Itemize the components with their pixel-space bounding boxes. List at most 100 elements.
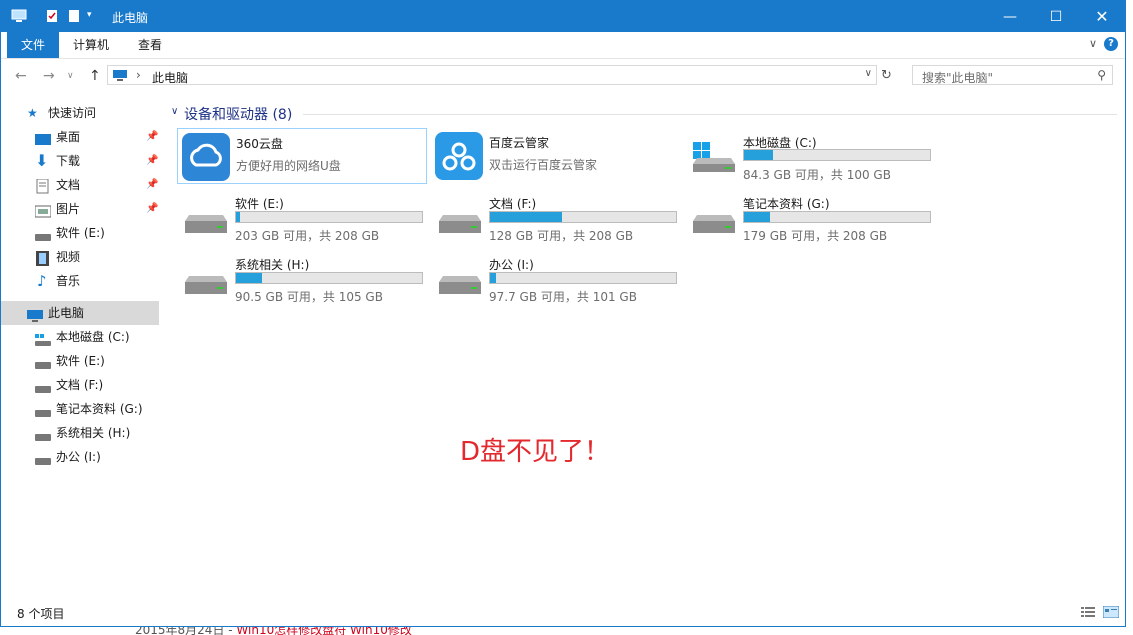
sidebar-item-label: 下载 xyxy=(56,154,81,168)
computer-icon xyxy=(11,9,27,23)
drive-icon xyxy=(35,402,51,417)
back-arrow-icon[interactable]: ← xyxy=(15,68,27,84)
sidebar-item-drive-f[interactable]: 文档 (F:) xyxy=(1,373,159,397)
background-date: 2015年8月24日 - xyxy=(135,627,237,635)
tab-view[interactable]: 查看 xyxy=(126,32,174,58)
navigation-pane: ★ 快速访问 桌面 📌 ⬇ 下载 📌 文档 📌 图片 📌 软件 (E:) 视频 … xyxy=(1,93,161,598)
item-count: 8 个项目 xyxy=(17,607,65,621)
sidebar-item-label: 图片 xyxy=(56,202,81,216)
collapse-group-icon[interactable]: ∨ xyxy=(171,106,178,117)
new-folder-icon[interactable] xyxy=(67,9,82,23)
drive-icon xyxy=(35,378,51,393)
system-drive-icon xyxy=(691,142,735,176)
computer-icon xyxy=(27,306,43,322)
sidebar-item-label: 文档 xyxy=(56,178,81,192)
drive-icon xyxy=(35,450,51,465)
tile-drive-g[interactable]: 笔记本资料 (G:) 179 GB 可用，共 208 GB xyxy=(685,189,935,245)
annotation-text: D盘不见了！ xyxy=(460,437,611,467)
tab-computer[interactable]: 计算机 xyxy=(61,32,121,58)
sidebar-item-label: 文档 (F:) xyxy=(56,378,104,392)
tile-drive-i[interactable]: 办公 (I:) 97.7 GB 可用，共 101 GB xyxy=(431,250,681,306)
tile-drive-e[interactable]: 软件 (E:) 203 GB 可用，共 208 GB xyxy=(177,189,427,245)
pin-icon[interactable]: 📌 xyxy=(146,173,158,197)
details-view-icon[interactable] xyxy=(1081,606,1095,618)
drive-icon xyxy=(691,213,735,237)
tile-drive-c[interactable]: 本地磁盘 (C:) 84.3 GB 可用，共 100 GB xyxy=(685,128,935,184)
drive-icon xyxy=(183,274,227,298)
drive-usage-bar xyxy=(489,211,677,223)
group-header[interactable]: 设备和驱动器 (8) xyxy=(184,104,292,124)
drive-name: 办公 (I:) xyxy=(489,258,534,272)
breadcrumb-separator[interactable]: › xyxy=(136,68,141,82)
pictures-icon xyxy=(34,202,52,218)
drive-free-space: 203 GB 可用，共 208 GB xyxy=(235,229,380,243)
close-button[interactable]: ✕ xyxy=(1079,1,1125,32)
recent-locations-icon[interactable]: ∨ xyxy=(67,71,74,81)
sidebar-item-drive-h[interactable]: 系统相关 (H:) xyxy=(1,421,159,445)
pin-icon[interactable]: 📌 xyxy=(146,125,158,149)
sidebar-item-pictures[interactable]: 图片 📌 xyxy=(1,197,159,221)
drive-icon xyxy=(35,426,51,441)
desktop-icon xyxy=(35,130,51,145)
refresh-icon[interactable]: ↻ xyxy=(881,68,892,83)
drive-usage-bar xyxy=(743,149,931,161)
drive-usage-fill xyxy=(236,212,241,222)
drive-usage-fill xyxy=(236,273,262,283)
tab-file[interactable]: 文件 xyxy=(7,32,60,58)
sidebar-item-drive-e[interactable]: 软件 (E:) xyxy=(1,349,159,373)
tile-drive-f[interactable]: 文档 (F:) 128 GB 可用，共 208 GB xyxy=(431,189,681,245)
title-bar[interactable]: ▾ 此电脑 — ☐ ✕ xyxy=(1,1,1125,32)
drive-icon xyxy=(35,226,51,241)
background-snippet: 2015年8月24日 - Win10怎样修改盘符 Win10修改 xyxy=(135,627,412,635)
drive-free-space: 90.5 GB 可用，共 105 GB xyxy=(235,290,383,304)
tile-name: 360云盘 xyxy=(236,137,283,151)
tiles-view-icon[interactable] xyxy=(1102,605,1120,619)
drive-free-space: 179 GB 可用，共 208 GB xyxy=(743,229,888,243)
drive-usage-bar xyxy=(743,211,931,223)
sidebar-item-label: 软件 (E:) xyxy=(56,354,105,368)
quick-access-dropdown-icon[interactable]: ▾ xyxy=(87,10,102,24)
drive-usage-fill xyxy=(490,212,562,222)
properties-icon[interactable] xyxy=(45,9,60,23)
sidebar-item-label: 笔记本资料 (G:) xyxy=(56,402,143,416)
drive-usage-fill xyxy=(744,212,770,222)
help-icon[interactable]: ? xyxy=(1104,37,1118,51)
explorer-window: ▾ 此电脑 — ☐ ✕ 文件 计算机 查看 ∨ ? ← → ∨ ↑ › 此电脑 … xyxy=(0,0,1126,627)
maximize-button[interactable]: ☐ xyxy=(1033,1,1079,32)
download-icon: ⬇ xyxy=(35,151,49,170)
sidebar-item-this-pc[interactable]: 此电脑 xyxy=(1,301,159,325)
pin-icon[interactable]: 📌 xyxy=(146,197,158,221)
pin-icon[interactable]: 📌 xyxy=(146,149,158,173)
sidebar-item-label: 此电脑 xyxy=(48,306,85,320)
drive-icon xyxy=(437,274,481,298)
sidebar-item-drive-i[interactable]: 办公 (I:) xyxy=(1,445,159,469)
breadcrumb[interactable]: 此电脑 xyxy=(152,69,188,86)
search-input[interactable]: 搜索"此电脑" ⚲ xyxy=(912,65,1113,85)
sidebar-item-music[interactable]: ♪ 音乐 xyxy=(1,269,159,293)
tile-baidu-cloud[interactable]: 百度云管家 双击运行百度云管家 xyxy=(431,128,681,184)
sidebar-item-documents[interactable]: 文档 📌 xyxy=(1,173,159,197)
sidebar-item-drive-c[interactable]: 本地磁盘 (C:) xyxy=(1,325,159,349)
address-bar[interactable]: › 此电脑 ∨ xyxy=(107,65,877,85)
sidebar-item-downloads[interactable]: ⬇ 下载 📌 xyxy=(1,149,159,173)
sidebar-item-videos[interactable]: 视频 xyxy=(1,245,159,269)
tile-360-cloud[interactable]: 360云盘 方便好用的网络U盘 xyxy=(177,128,427,184)
document-icon xyxy=(36,178,52,194)
background-page-edge xyxy=(1126,0,1133,635)
sidebar-item-drive-e[interactable]: 软件 (E:) xyxy=(1,221,159,245)
cloud-icon xyxy=(182,133,230,181)
sidebar-item-quick-access[interactable]: ★ 快速访问 xyxy=(1,101,159,125)
search-placeholder: 搜索"此电脑" xyxy=(922,71,994,85)
background-link[interactable]: Win10怎样修改盘符 Win10修改 xyxy=(236,627,411,635)
expand-ribbon-icon[interactable]: ∨ xyxy=(1089,37,1097,50)
address-dropdown-icon[interactable]: ∨ xyxy=(865,68,872,79)
minimize-button[interactable]: — xyxy=(987,1,1033,32)
window-title: 此电脑 xyxy=(112,11,149,25)
search-icon[interactable]: ⚲ xyxy=(1097,68,1106,82)
drive-usage-fill xyxy=(490,273,497,283)
sidebar-item-drive-g[interactable]: 笔记本资料 (G:) xyxy=(1,397,159,421)
sidebar-item-desktop[interactable]: 桌面 📌 xyxy=(1,125,159,149)
up-arrow-icon[interactable]: ↑ xyxy=(89,68,101,84)
forward-arrow-icon[interactable]: → xyxy=(43,68,55,84)
tile-drive-h[interactable]: 系统相关 (H:) 90.5 GB 可用，共 105 GB xyxy=(177,250,427,306)
